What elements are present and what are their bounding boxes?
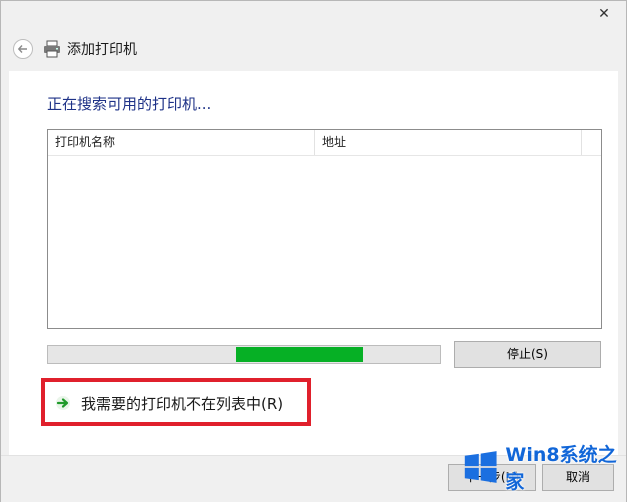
content-panel: 正在搜索可用的打印机... 打印机名称 地址 停止(S) 我需要的打印机不在列表… [9,71,618,455]
close-icon: ✕ [598,6,610,22]
green-arrow-icon [56,396,70,410]
close-button[interactable]: ✕ [590,3,618,25]
column-separator[interactable] [581,130,582,155]
column-printer-name[interactable]: 打印机名称 [55,130,310,155]
list-header: 打印机名称 地址 [48,130,601,156]
column-separator[interactable] [314,130,315,155]
title-bar: ✕ 添加打印机 [1,1,626,71]
back-arrow-icon [17,45,27,53]
watermark: Win8系统之家 [462,444,627,493]
printer-list[interactable]: 打印机名称 地址 [47,129,602,329]
column-address[interactable]: 地址 [322,130,572,155]
windows-logo-icon [464,451,497,483]
stop-button[interactable]: 停止(S) [454,341,601,368]
printer-not-listed-label[interactable]: 我需要的打印机不在列表中(R) [81,393,283,414]
page-heading: 正在搜索可用的打印机... [47,95,212,113]
search-progress-bar [47,345,441,364]
printer-not-listed-link[interactable]: 我需要的打印机不在列表中(R) [55,393,283,413]
add-printer-window: ✕ 添加打印机 正在搜索可用的打印机... 打印机名称 地址 停止(S) 我需要… [0,0,627,502]
progress-fill [236,347,363,362]
printer-icon [44,40,60,58]
watermark-text: Win8系统之家 [505,444,617,493]
window-title: 添加打印机 [67,42,137,58]
back-button[interactable] [13,39,33,59]
